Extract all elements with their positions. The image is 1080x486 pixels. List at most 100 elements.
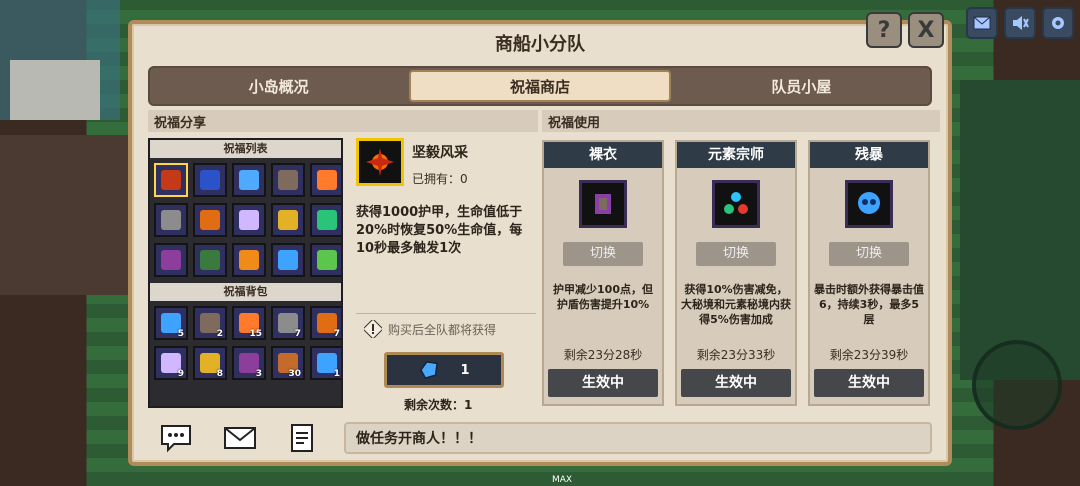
blessing-description: 获得1000护甲，生命值低于20%时恢复50%生命值，每10秒最多触发1次 xyxy=(356,205,523,256)
item-count: 30 xyxy=(288,369,301,379)
item-count: 7 xyxy=(294,329,301,339)
bag-item-slot[interactable]: 7 xyxy=(271,306,305,340)
switch-button[interactable]: 切换 xyxy=(829,242,909,266)
background-house xyxy=(0,135,130,295)
blessing-list-slot[interactable] xyxy=(232,243,266,277)
tab-island-overview[interactable]: 小岛概况 xyxy=(150,68,407,104)
blessing-list-slot[interactable] xyxy=(271,243,305,277)
blessing-icon xyxy=(239,250,259,270)
bag-item-slot[interactable]: 1 xyxy=(310,346,341,380)
remaining-times: 剩余次数：1 xyxy=(404,398,473,412)
blessing-list-slot[interactable] xyxy=(310,163,341,197)
element-orbs-icon xyxy=(712,180,760,228)
burst-icon xyxy=(366,148,394,176)
blessing-list-box: 祝福列表 祝福背包 5 2 15 7 7 9 8 3 30 1 xyxy=(148,138,343,408)
purchase-notice-text: 购买后全队都将获得 xyxy=(388,322,497,337)
bag-item-slot[interactable]: 5 xyxy=(154,306,188,340)
item-count: 1 xyxy=(333,369,340,379)
bag-item-slot[interactable]: 2 xyxy=(193,306,227,340)
blessing-list-slot[interactable] xyxy=(310,243,341,277)
active-status: 生效中 xyxy=(548,369,658,397)
blessing-icon xyxy=(161,250,181,270)
blessing-share-section: 祝福分享 祝福列表 祝福背包 5 2 15 7 7 9 8 3 30 1 坚毅风采 已拥有：0 获… xyxy=(148,110,538,412)
blessing-name: 坚毅风采 xyxy=(412,145,468,161)
background-trees xyxy=(960,80,1080,380)
blessing-list-slot[interactable] xyxy=(271,163,305,197)
bag-item-slot[interactable]: 7 xyxy=(310,306,341,340)
envelope-icon[interactable] xyxy=(222,422,258,454)
help-button[interactable]: ? xyxy=(866,12,902,48)
bag-item-slot[interactable]: 3 xyxy=(232,346,266,380)
blessing-list-slot[interactable] xyxy=(154,203,188,237)
blessing-list-slot[interactable] xyxy=(271,203,305,237)
joystick-fist-button[interactable] xyxy=(972,340,1062,430)
purchase-notice: 购买后全队都将获得 xyxy=(364,320,496,338)
card-title: 残暴 xyxy=(810,142,928,168)
blessing-bag-title: 祝福背包 xyxy=(150,283,341,301)
buy-price: 1 xyxy=(460,362,470,378)
max-label: MAX xyxy=(552,475,573,485)
blessing-list-slot[interactable] xyxy=(154,163,188,197)
switch-button[interactable]: 切换 xyxy=(696,242,776,266)
merchant-squad-panel: 商船小分队 ? X 小岛概况 祝福商店 队员小屋 祝福分享 祝福列表 祝福背包 … xyxy=(128,12,952,466)
bag-item-slot[interactable]: 9 xyxy=(154,346,188,380)
blessing-list-slot[interactable] xyxy=(310,203,341,237)
blue-gem-icon xyxy=(420,361,439,379)
tab-blessing-shop[interactable]: 祝福商店 xyxy=(409,70,671,102)
bag-item-slot[interactable]: 8 xyxy=(193,346,227,380)
warning-icon xyxy=(364,320,382,338)
blessing-icon xyxy=(317,170,337,190)
blessing-icon xyxy=(161,170,181,190)
blessing-bag-grid: 5 2 15 7 7 9 8 3 30 1 xyxy=(150,301,341,384)
close-icon: X xyxy=(917,17,935,43)
detail-divider xyxy=(356,313,536,314)
vest-icon xyxy=(579,180,627,228)
chat-input-bar[interactable]: 做任务开商人！！！ xyxy=(344,422,932,454)
background-deck xyxy=(10,60,100,120)
blessing-icon xyxy=(200,170,220,190)
buy-button[interactable]: 1 xyxy=(384,352,504,388)
blessing-list-slot[interactable] xyxy=(193,243,227,277)
blessing-icon xyxy=(278,210,298,230)
settings-gear-icon xyxy=(1052,17,1064,29)
sound-button[interactable] xyxy=(1004,7,1036,39)
blessing-use-section: 祝福使用 裸衣 切换 护甲减少100点，但护盾伤害提升10% 剩余23分28秒 … xyxy=(542,110,940,410)
blessing-list-slot[interactable] xyxy=(193,203,227,237)
bag-item-slot[interactable]: 15 xyxy=(232,306,266,340)
card-title: 元素宗师 xyxy=(677,142,795,168)
speaker-icon xyxy=(1013,16,1029,30)
item-count: 15 xyxy=(249,329,262,339)
active-status: 生效中 xyxy=(681,369,791,397)
selected-blessing-icon xyxy=(356,138,404,186)
blessing-detail: 坚毅风采 已拥有：0 获得1000护甲，生命值低于20%时恢复50%生命值，每1… xyxy=(354,138,538,412)
blessing-icon xyxy=(200,210,220,230)
item-count: 2 xyxy=(216,329,223,339)
chat-bubble-icon[interactable] xyxy=(158,422,194,454)
blessing-card-brutal: 残暴 切换 暴击时额外获得暴击值6，持续3秒，最多5层 剩余23分39秒 生效中 xyxy=(808,140,930,406)
card-description: 获得10%伤害减免，大秘境和元素秘境内获得5%伤害加成 xyxy=(681,283,791,326)
blessing-list-slot[interactable] xyxy=(193,163,227,197)
card-time-left: 剩余23分33秒 xyxy=(696,348,776,362)
card-time-left: 剩余23分28秒 xyxy=(563,348,643,362)
card-time-left: 剩余23分39秒 xyxy=(829,348,909,362)
item-count: 7 xyxy=(333,329,340,339)
blue-skull-icon xyxy=(845,180,893,228)
blessing-list-slot[interactable] xyxy=(232,203,266,237)
blessing-list-slot[interactable] xyxy=(154,243,188,277)
bottom-bar: 做任务开商人！！！ xyxy=(148,416,932,460)
blessing-list-slot[interactable] xyxy=(232,163,266,197)
blessing-card-element-master: 元素宗师 切换 获得10%伤害减免，大秘境和元素秘境内获得5%伤害加成 剩余23… xyxy=(675,140,797,406)
blessing-icon xyxy=(239,210,259,230)
card-description: 护甲减少100点，但护盾伤害提升10% xyxy=(553,283,653,311)
blessing-icon xyxy=(200,250,220,270)
document-icon[interactable] xyxy=(284,422,320,454)
settings-button[interactable] xyxy=(1042,7,1074,39)
switch-button[interactable]: 切换 xyxy=(563,242,643,266)
close-button[interactable]: X xyxy=(908,12,944,48)
blessing-icon xyxy=(317,210,337,230)
panel-title: 商船小分队 xyxy=(495,34,585,55)
bag-item-slot[interactable]: 30 xyxy=(271,346,305,380)
mail-button[interactable] xyxy=(966,7,998,39)
tab-member-cabin[interactable]: 队员小屋 xyxy=(673,68,930,104)
blessing-icon xyxy=(161,210,181,230)
